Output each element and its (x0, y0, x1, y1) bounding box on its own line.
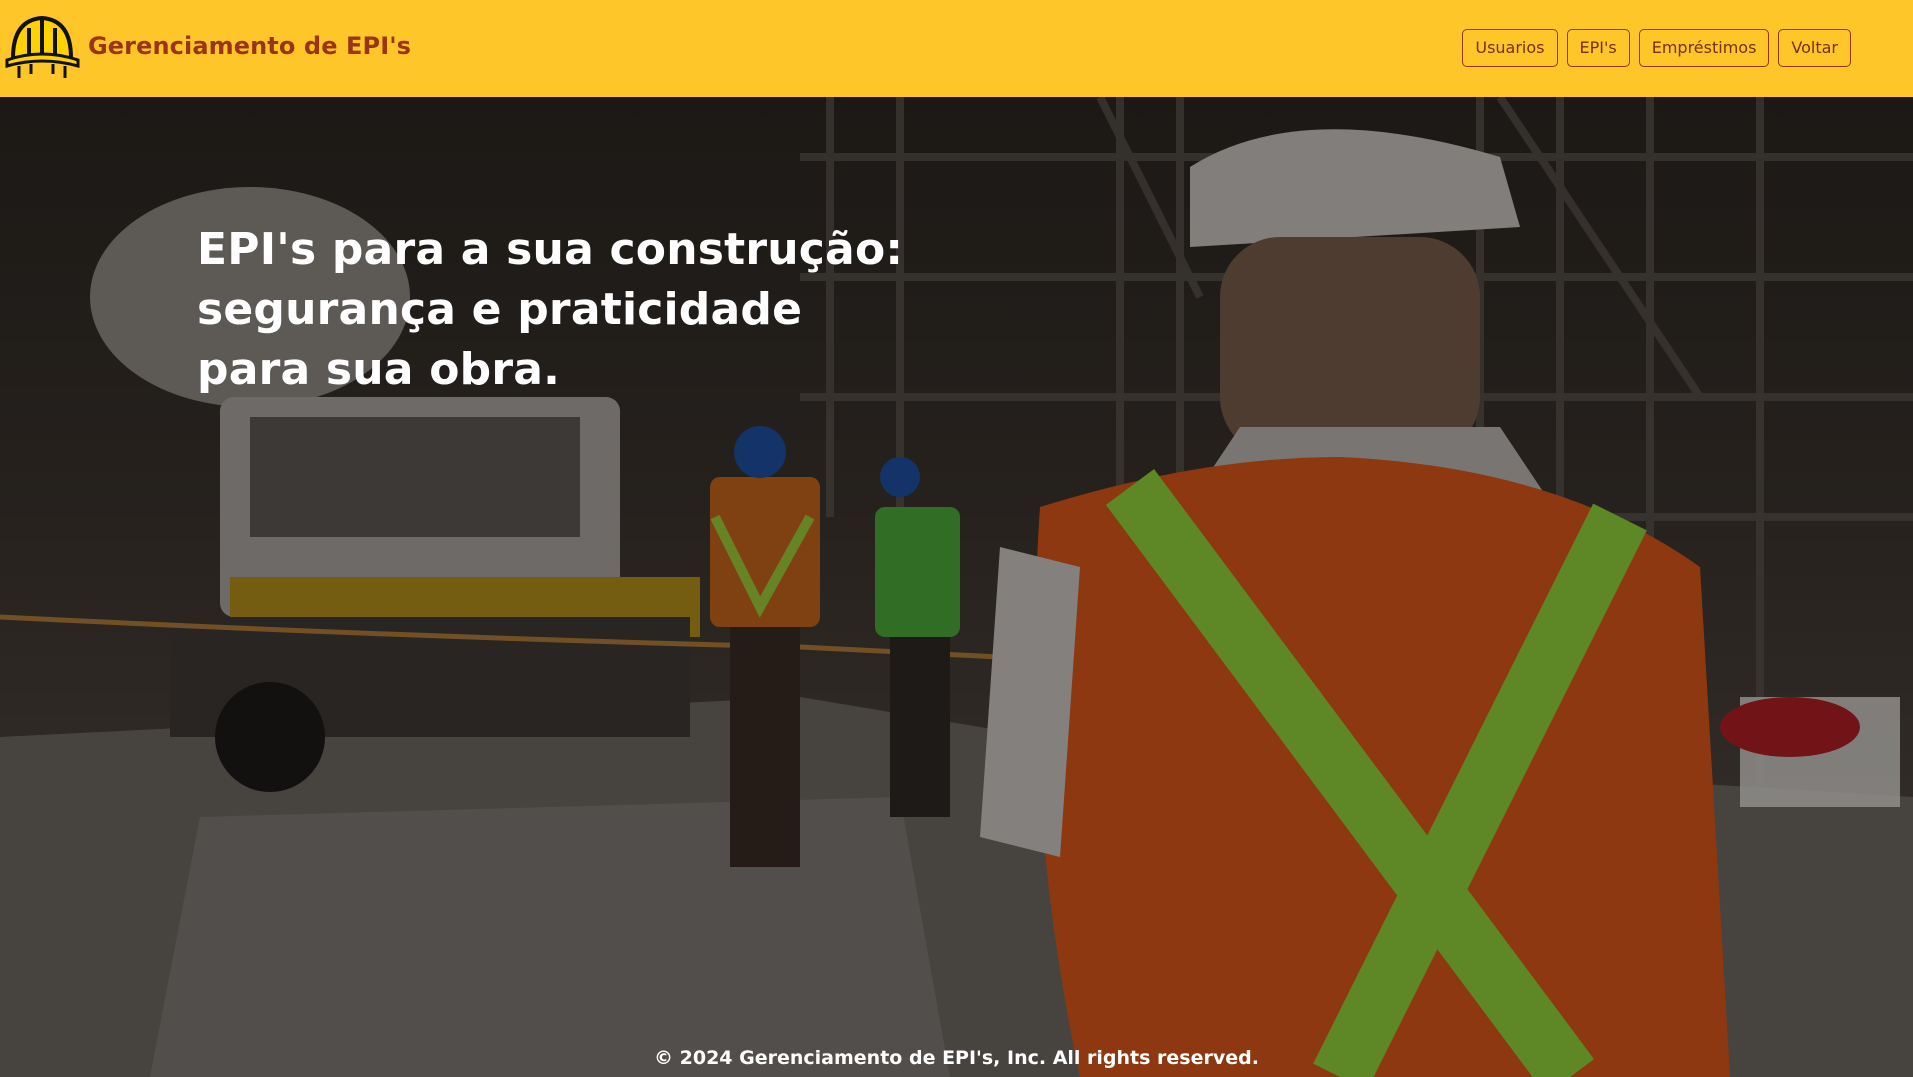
nav-button-usuarios[interactable]: Usuarios (1462, 29, 1558, 67)
nav-button-emprestimos[interactable]: Empréstimos (1638, 29, 1770, 67)
hero-headline: EPI's para a sua construção: segurança e… (197, 224, 904, 395)
nav-button-epis[interactable]: EPI's (1566, 29, 1630, 67)
footer-copyright: © 2024 Gerenciamento de EPI's, Inc. All … (654, 1047, 1259, 1069)
brand-title[interactable]: Gerenciamento de EPI's (88, 32, 411, 60)
top-navbar: Gerenciamento de EPI's Usuarios EPI's Em… (0, 0, 1913, 97)
hard-hat-icon[interactable] (5, 8, 80, 80)
hero-section: EPI's para a sua construção: segurança e… (0, 97, 1913, 1077)
main-nav: Usuarios EPI's Empréstimos Voltar (1462, 29, 1851, 67)
nav-button-voltar[interactable]: Voltar (1778, 29, 1851, 67)
